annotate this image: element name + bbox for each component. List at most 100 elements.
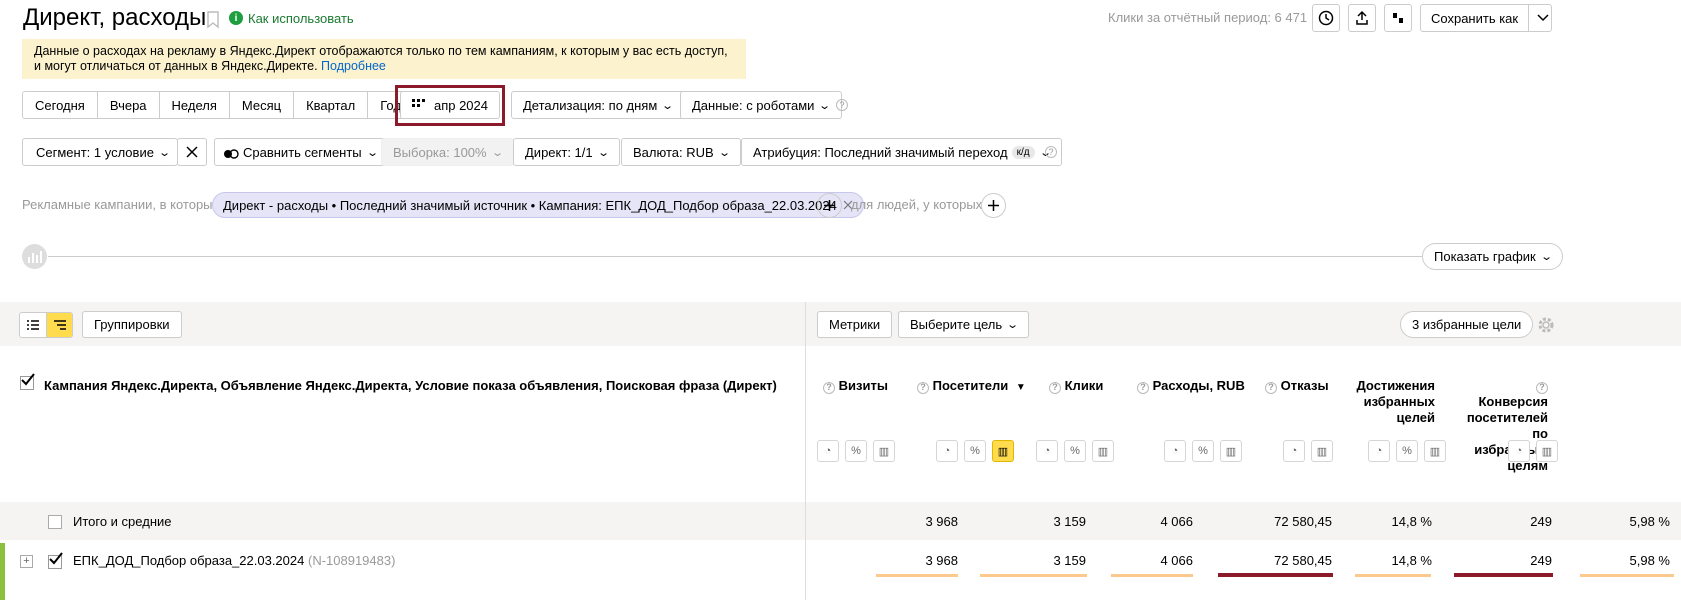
costs-chart-options: ◔% ▥ xyxy=(1158,440,1242,462)
totals-visits: 3 968 xyxy=(925,514,958,529)
segment-button[interactable]: Сегмент: 1 условие ⌄ xyxy=(22,138,178,166)
visitors-chart-options: ◔% ▥ xyxy=(930,440,1014,462)
pie-chart-icon[interactable]: ◔ xyxy=(1036,440,1058,462)
add-campaign-condition-button[interactable] xyxy=(817,193,842,218)
compare-mode-button[interactable] xyxy=(1384,4,1412,32)
info-icon: i xyxy=(229,11,243,25)
campaign-filter-chip[interactable]: Директ - расходы • Последний значимый ис… xyxy=(212,192,864,218)
totals-costs: 72 580,45 xyxy=(1274,514,1332,529)
clear-segment-button[interactable] xyxy=(177,138,207,166)
totals-visitors: 3 159 xyxy=(1053,514,1086,529)
bounces-chart-options: ◔ ▥ xyxy=(1277,440,1333,462)
detail-dropdown[interactable]: Детализация: по дням ⌄ xyxy=(511,91,685,119)
more-link[interactable]: Подробнее xyxy=(321,59,386,73)
bar-chart-icon[interactable]: ▥ xyxy=(873,440,895,462)
pie-chart-icon[interactable]: ◔ xyxy=(936,440,958,462)
column-visitors-label: Посетители xyxy=(932,378,1009,393)
date-picker-button[interactable]: апр 2024 xyxy=(400,91,500,119)
bar-chart-icon[interactable]: ▥ xyxy=(1536,440,1558,462)
pie-chart-icon[interactable]: ◔ xyxy=(1283,440,1305,462)
favorite-goals-button[interactable]: 3 избранные цели xyxy=(1400,311,1534,338)
column-costs[interactable]: ? Расходы, RUB xyxy=(1137,378,1245,394)
period-today[interactable]: Сегодня xyxy=(23,92,98,118)
help-icon[interactable]: ? xyxy=(823,381,835,394)
percent-icon[interactable]: % xyxy=(845,440,867,462)
row-goal-reaches: 249 xyxy=(1530,553,1552,568)
period-yesterday[interactable]: Вчера xyxy=(97,92,160,118)
bookmark-icon[interactable] xyxy=(206,11,220,32)
percent-icon[interactable]: % xyxy=(1192,440,1214,462)
percent-icon[interactable]: % xyxy=(964,440,986,462)
help-icon[interactable]: ? xyxy=(1265,381,1277,394)
choose-goal-dropdown[interactable]: Выберите цель ⌄ xyxy=(898,311,1030,338)
detail-label: Детализация: по дням xyxy=(523,97,658,113)
column-visitors[interactable]: ? Посетители ▼ xyxy=(917,378,1026,396)
help-icon[interactable]: ? xyxy=(917,381,929,394)
currency-dropdown[interactable]: Валюта: RUB ⌄ xyxy=(621,138,741,166)
metrics-label: Метрики xyxy=(829,317,881,332)
totals-label: Итого и средние xyxy=(73,514,172,529)
expand-row-button[interactable]: + xyxy=(20,555,33,568)
bar-chart-icon[interactable]: ▥ xyxy=(992,440,1014,462)
select-all-checkbox[interactable] xyxy=(20,373,35,390)
row-visits: 3 968 xyxy=(925,553,958,568)
bar-chart-icon[interactable]: ▥ xyxy=(1311,440,1333,462)
pie-chart-icon[interactable]: ◔ xyxy=(1508,440,1530,462)
sample-label: Выборка: 100% xyxy=(393,144,487,160)
help-icon[interactable]: ? xyxy=(1049,381,1061,394)
bar-chart-icon[interactable]: ▥ xyxy=(1220,440,1242,462)
period-quarter[interactable]: Квартал xyxy=(294,92,369,118)
column-visits[interactable]: ? Визиты xyxy=(823,378,888,394)
direct-dropdown[interactable]: Директ: 1/1 ⌄ xyxy=(513,138,620,166)
plus-icon xyxy=(824,200,835,211)
how-to-use-link[interactable]: Как использовать xyxy=(248,11,354,26)
save-as-button[interactable]: Сохранить как xyxy=(1420,4,1552,32)
history-button[interactable] xyxy=(1312,4,1340,32)
chevron-down-icon[interactable] xyxy=(1528,5,1557,31)
pie-chart-icon[interactable]: ◔ xyxy=(817,440,839,462)
show-chart-button[interactable]: Показать график ⌄ xyxy=(1422,243,1563,270)
data-dropdown[interactable]: Данные: с роботами ⌄ xyxy=(680,91,842,119)
column-clicks[interactable]: ? Клики xyxy=(1049,378,1103,394)
metrics-button[interactable]: Метрики xyxy=(817,311,893,338)
date-picker-label: апр 2024 xyxy=(433,97,488,113)
export-button[interactable] xyxy=(1348,4,1376,32)
tree-view-icon[interactable] xyxy=(46,313,72,337)
campaign-id: (N-108919483) xyxy=(307,553,396,568)
period-month[interactable]: Месяц xyxy=(229,92,295,118)
pie-chart-icon[interactable]: ◔ xyxy=(1164,440,1186,462)
dimension-header[interactable]: Кампания Яндекс.Директа, Объявление Янде… xyxy=(44,378,777,394)
row-costs: 72 580,45 xyxy=(1274,553,1332,568)
chart-icon-circle xyxy=(22,244,47,269)
period-week[interactable]: Неделя xyxy=(159,92,230,118)
save-as-label: Сохранить как xyxy=(1431,10,1519,26)
bar-chart-icon[interactable]: ▥ xyxy=(1424,440,1446,462)
help-icon[interactable]: ? xyxy=(1137,381,1149,394)
column-goal-reaches[interactable]: Достижения избранных целей xyxy=(1348,378,1435,426)
totals-checkbox[interactable] xyxy=(48,515,62,529)
percent-icon[interactable]: % xyxy=(1396,440,1418,462)
row-checkbox[interactable] xyxy=(48,552,63,569)
row-bar-clicks xyxy=(1111,574,1193,577)
row-bounces: 14,8 % xyxy=(1391,553,1432,568)
gear-icon[interactable] xyxy=(1537,316,1555,337)
clicks-period-text: Клики за отчётный период: 6 471 xyxy=(1108,10,1308,25)
people-filter-prefix: для людей, у которых xyxy=(851,197,983,212)
campaign-name[interactable]: ЕПК_ДОД_Подбор образа_22.03.2024 (N-1089… xyxy=(73,553,395,568)
period-selector: Сегодня Вчера Неделя Месяц Квартал Год xyxy=(22,91,414,119)
show-chart-label: Показать график xyxy=(1434,249,1536,264)
groupings-button[interactable]: Группировки xyxy=(82,311,182,338)
pie-chart-icon[interactable]: ◔ xyxy=(1368,440,1390,462)
view-toggle xyxy=(19,312,73,338)
list-view-icon[interactable] xyxy=(20,313,46,337)
bar-chart-icon[interactable]: ▥ xyxy=(1092,440,1114,462)
help-icon[interactable]: ? xyxy=(1045,146,1057,158)
column-bounces[interactable]: ? Отказы xyxy=(1265,378,1329,394)
compare-segments-button[interactable]: Сравнить сегменты ⌄ xyxy=(214,138,386,166)
percent-icon[interactable]: % xyxy=(1064,440,1086,462)
chevron-down-icon: ⌄ xyxy=(661,99,675,112)
help-icon[interactable]: ? xyxy=(836,99,848,111)
help-icon[interactable]: ? xyxy=(1536,381,1548,394)
attribution-dropdown[interactable]: Атрибуция: Последний значимый переход к/… xyxy=(741,138,1062,166)
add-people-condition-button[interactable] xyxy=(981,193,1006,218)
